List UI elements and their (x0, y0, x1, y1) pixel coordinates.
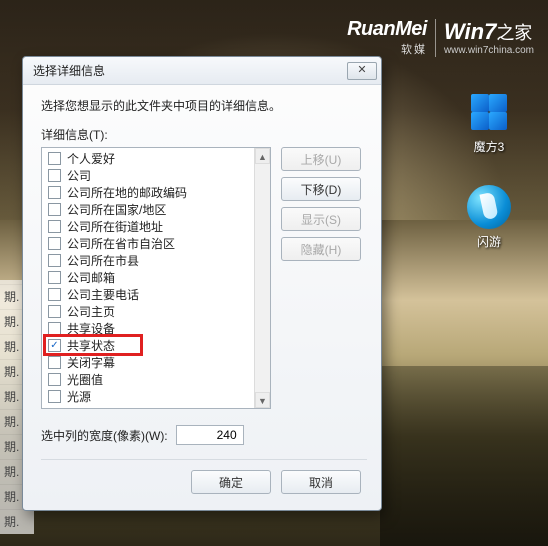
list-item[interactable]: 公司邮箱 (44, 269, 268, 286)
list-item-label: 公司所在市县 (67, 252, 139, 269)
checkbox[interactable] (48, 152, 61, 165)
move-down-button[interactable]: 下移(D) (281, 177, 361, 201)
list-item-label: 公司所在省市自治区 (67, 235, 175, 252)
hide-button[interactable]: 隐藏(H) (281, 237, 361, 261)
brand-ruanmei-sub: 软媒 (347, 41, 427, 57)
list-item[interactable]: 公司所在省市自治区 (44, 235, 268, 252)
list-item-label: 共享设备 (67, 320, 115, 337)
checkbox[interactable] (48, 322, 61, 335)
list-item-label: 公司所在国家/地区 (67, 201, 166, 218)
column-width-input[interactable] (176, 425, 244, 445)
checkbox[interactable] (48, 186, 61, 199)
list-item[interactable]: 个人爱好 (44, 150, 268, 167)
show-button[interactable]: 显示(S) (281, 207, 361, 231)
cube-icon (467, 90, 511, 134)
dialog-titlebar[interactable]: 选择详细信息 ✕ (23, 57, 381, 85)
checkbox[interactable] (48, 237, 61, 250)
scroll-down-icon[interactable]: ▼ (255, 392, 270, 408)
checkbox[interactable] (48, 339, 61, 352)
list-item[interactable]: 公司所在地的邮政编码 (44, 184, 268, 201)
ok-button[interactable]: 确定 (191, 470, 271, 494)
close-button[interactable]: ✕ (347, 62, 377, 80)
list-item-label: 关闭字幕 (67, 354, 115, 371)
scroll-up-icon[interactable]: ▲ (255, 148, 270, 164)
brand-win7-url: www.win7china.com (444, 45, 534, 56)
checkbox[interactable] (48, 169, 61, 182)
brand-separator (435, 19, 436, 57)
checkbox[interactable] (48, 373, 61, 386)
scrollbar[interactable]: ▲ ▼ (254, 148, 270, 408)
list-item-label: 公司主要电话 (67, 286, 139, 303)
dialog-title: 选择详细信息 (33, 62, 105, 79)
list-item[interactable]: 公司所在街道地址 (44, 218, 268, 235)
list-item-label: 公司邮箱 (67, 269, 115, 286)
list-item[interactable]: 共享状态 (44, 337, 268, 354)
checkbox[interactable] (48, 203, 61, 216)
list-item[interactable]: 公司所在市县 (44, 252, 268, 269)
details-listbox[interactable]: 个人爱好公司公司所在地的邮政编码公司所在国家/地区公司所在街道地址公司所在省市自… (41, 147, 271, 409)
list-item-label: 光源 (67, 388, 91, 405)
list-item[interactable]: 光圈值 (44, 371, 268, 388)
desktop-shortcut-leaf-label: 闪游 (477, 233, 501, 250)
list-item[interactable]: 公司主要电话 (44, 286, 268, 303)
checkbox[interactable] (48, 305, 61, 318)
choose-details-dialog: 选择详细信息 ✕ 选择您想显示的此文件夹中项目的详细信息。 详细信息(T): 个… (22, 56, 382, 511)
checkbox[interactable] (48, 356, 61, 369)
brand-win7-suffix: 之家 (496, 23, 532, 43)
list-item[interactable]: 公司主页 (44, 303, 268, 320)
checkbox[interactable] (48, 254, 61, 267)
desktop-background-grass (380, 366, 548, 546)
list-item[interactable]: 公司所在国家/地区 (44, 201, 268, 218)
desktop-shortcut-leaf[interactable]: 闪游 (467, 185, 511, 250)
list-item[interactable]: 光源 (44, 388, 268, 405)
cancel-button[interactable]: 取消 (281, 470, 361, 494)
list-item-label: 个人爱好 (67, 150, 115, 167)
dialog-intro: 选择您想显示的此文件夹中项目的详细信息。 (41, 97, 367, 114)
list-item[interactable]: 关闭字幕 (44, 354, 268, 371)
checkbox[interactable] (48, 288, 61, 301)
checkbox[interactable] (48, 220, 61, 233)
list-item-label: 公司所在地的邮政编码 (67, 184, 187, 201)
list-item-label: 公司所在街道地址 (67, 218, 163, 235)
watermark: RuanMei 软媒 Win7之家 www.win7china.com (347, 18, 534, 57)
list-item[interactable]: 共享设备 (44, 320, 268, 337)
list-item-label: 公司 (67, 167, 91, 184)
list-item-label: 光圈值 (67, 371, 103, 388)
brand-ruanmei-text: RuanMei (347, 18, 427, 40)
list-item-label: 共享状态 (67, 337, 115, 354)
close-icon: ✕ (357, 64, 366, 76)
list-item[interactable]: 公司 (44, 167, 268, 184)
leaf-icon (467, 185, 511, 229)
details-list-label: 详细信息(T): (41, 126, 367, 143)
list-item-label: 公司主页 (67, 303, 115, 320)
desktop-shortcut-cube[interactable]: 魔方3 (467, 90, 511, 155)
brand-win7-title: Win7 (444, 19, 496, 44)
column-width-label: 选中列的宽度(像素)(W): (41, 427, 168, 444)
move-up-button[interactable]: 上移(U) (281, 147, 361, 171)
desktop-shortcut-cube-label: 魔方3 (474, 138, 505, 155)
checkbox[interactable] (48, 271, 61, 284)
desktop-icons: 魔方3 闪游 (454, 90, 524, 250)
checkbox[interactable] (48, 390, 61, 403)
